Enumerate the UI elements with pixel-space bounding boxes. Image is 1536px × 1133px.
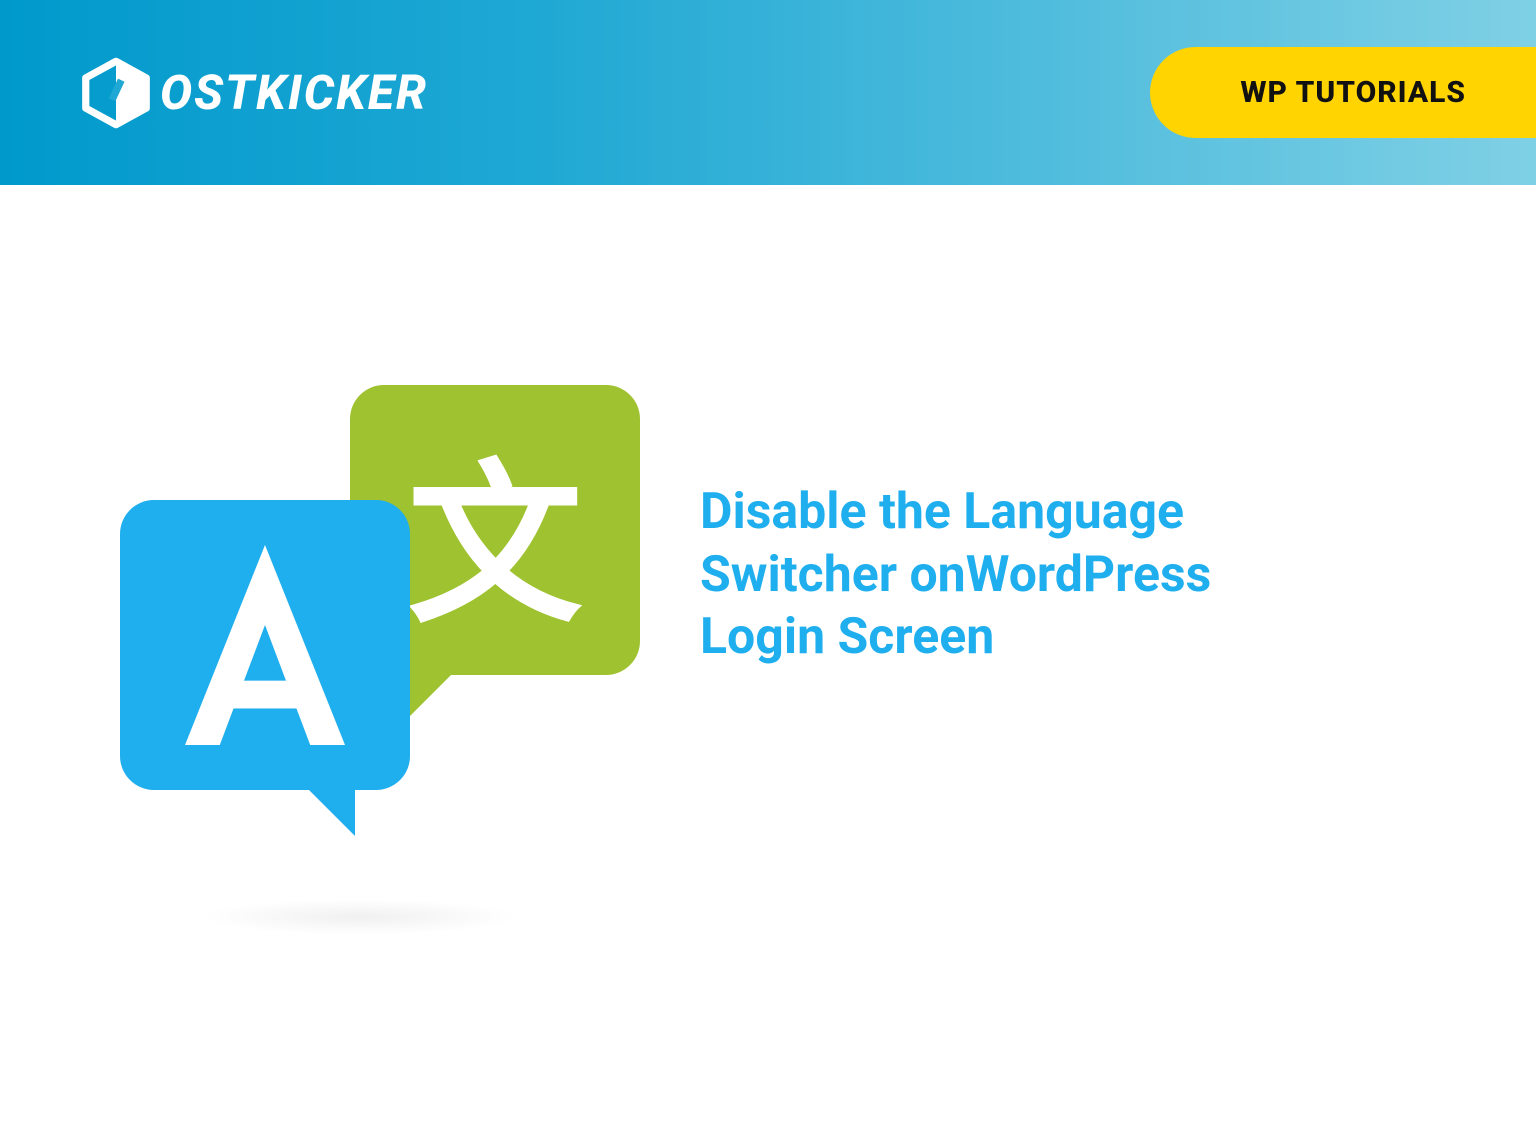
logo: OSTKICKER xyxy=(80,57,428,129)
logo-text: OSTKICKER xyxy=(160,64,428,121)
speech-bubble-blue xyxy=(120,500,410,790)
header-banner: OSTKICKER WP TUTORIALS xyxy=(0,0,1536,185)
logo-hexagon-icon xyxy=(80,57,152,129)
category-badge: WP TUTORIALS xyxy=(1150,47,1536,138)
main-content: 文 Disable the Language Switcher onWordPr… xyxy=(0,185,1536,925)
drop-shadow xyxy=(200,899,520,935)
translate-illustration: 文 xyxy=(120,385,620,925)
article-title: Disable the Language Switcher onWordPres… xyxy=(700,481,1340,669)
latin-glyph-icon xyxy=(120,500,410,790)
